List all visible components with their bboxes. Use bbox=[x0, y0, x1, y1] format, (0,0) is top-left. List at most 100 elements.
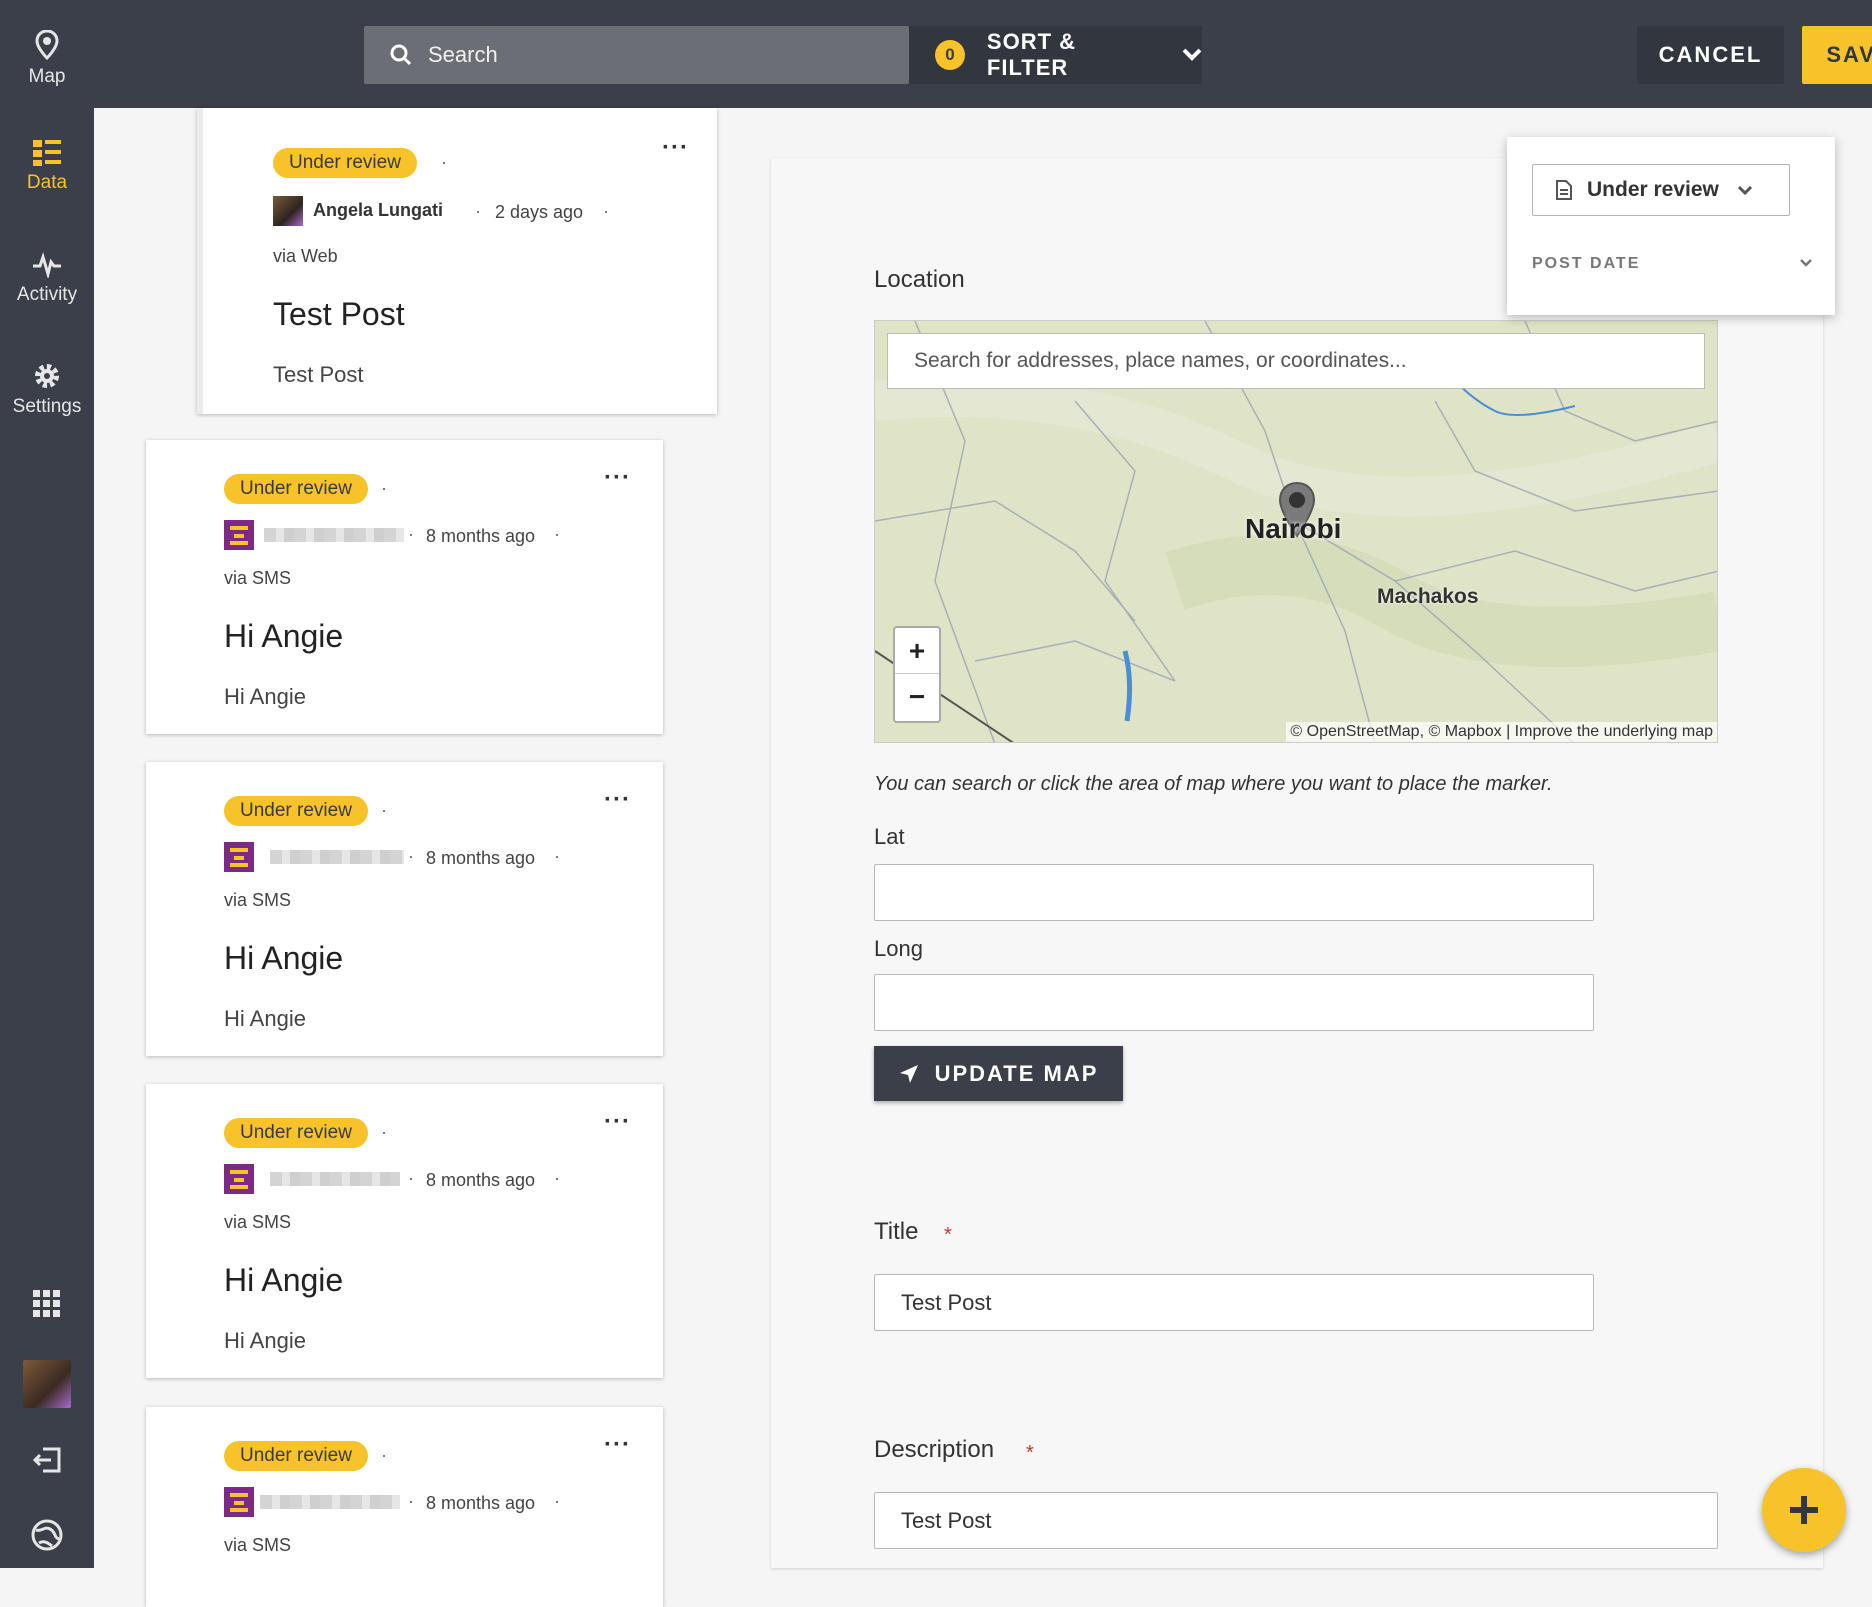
separator-dot: · bbox=[475, 201, 481, 221]
post-time: 8 months ago bbox=[426, 848, 536, 868]
more-options-icon[interactable]: ··· bbox=[604, 786, 631, 814]
post-source: via SMS bbox=[224, 1212, 292, 1232]
sidebar-item-data[interactable]: Data bbox=[0, 140, 94, 194]
separator-dot: · bbox=[408, 524, 414, 544]
separator-dot: · bbox=[441, 152, 447, 172]
separator-dot: · bbox=[381, 1445, 387, 1465]
sidebar: Map Data Activity Settings bbox=[0, 0, 94, 1568]
redacted-author bbox=[260, 1495, 400, 1509]
post-date-label: POST DATE bbox=[1532, 255, 1641, 272]
post-list: Under review · ··· Angela Lungati · 2 da… bbox=[94, 108, 717, 1607]
description-field[interactable]: Test Post bbox=[874, 1492, 1718, 1549]
sort-filter-label: SORT & FILTER bbox=[986, 29, 1077, 80]
cancel-button[interactable]: CANCEL bbox=[1637, 26, 1784, 84]
search-icon bbox=[390, 44, 412, 66]
map-label-city: Machakos bbox=[1377, 585, 1479, 608]
separator-dot: · bbox=[554, 846, 560, 866]
post-card[interactable]: Under review · ··· · 8 months ago · via … bbox=[146, 1407, 663, 1607]
status-badge: Under review bbox=[224, 1118, 368, 1148]
status-dropdown-panel: Under review POST DATE bbox=[1507, 137, 1835, 315]
status-badge: Under review bbox=[224, 1441, 368, 1471]
post-time: 8 months ago bbox=[426, 1170, 536, 1190]
navigation-arrow-icon bbox=[899, 1064, 918, 1083]
separator-dot: · bbox=[381, 800, 387, 820]
long-field[interactable] bbox=[874, 974, 1594, 1031]
post-time: 2 days ago bbox=[495, 202, 584, 222]
sidebar-item-map[interactable]: Map bbox=[0, 30, 94, 88]
sidebar-item-label: Map bbox=[28, 66, 66, 87]
sidebar-item-label: Settings bbox=[12, 396, 82, 417]
avatar[interactable] bbox=[0, 1360, 94, 1408]
separator-dot: · bbox=[408, 846, 414, 866]
post-description: Test Post bbox=[273, 362, 364, 387]
post-card[interactable]: Under review · ··· · 8 months ago · via … bbox=[146, 1084, 663, 1378]
post-card[interactable]: Under review · ··· Angela Lungati · 2 da… bbox=[197, 108, 717, 414]
post-title: Hi Angie bbox=[224, 1262, 344, 1298]
more-options-icon[interactable]: ··· bbox=[604, 1108, 631, 1136]
post-date-toggle[interactable]: POST DATE bbox=[1532, 255, 1812, 273]
more-options-icon[interactable]: ··· bbox=[604, 1431, 631, 1459]
map-label-city: Nairobi bbox=[1245, 513, 1342, 544]
separator-dot: · bbox=[381, 478, 387, 498]
title-label: Title bbox=[874, 1218, 919, 1245]
map-zoom-control: + − bbox=[893, 626, 941, 723]
search-input[interactable]: Search bbox=[364, 26, 909, 84]
separator-dot: · bbox=[554, 1491, 560, 1511]
plus-icon bbox=[1790, 1496, 1818, 1524]
location-label: Location bbox=[874, 266, 965, 293]
post-description: Hi Angie bbox=[224, 1328, 306, 1353]
redacted-author bbox=[270, 850, 404, 864]
top-bar: Search 0 SORT & FILTER CANCEL SAVE bbox=[94, 0, 1872, 108]
avatar bbox=[224, 1164, 254, 1194]
long-label: Long bbox=[874, 936, 923, 961]
post-card[interactable]: Under review · ··· · 8 months ago · via … bbox=[146, 762, 663, 1056]
post-time: 8 months ago bbox=[426, 526, 536, 546]
sidebar-item-label: Data bbox=[26, 172, 68, 193]
map-pin-icon bbox=[35, 30, 59, 60]
logout-icon[interactable] bbox=[0, 1447, 94, 1478]
apps-grid-icon[interactable] bbox=[0, 1290, 94, 1323]
required-marker: * bbox=[944, 1224, 952, 1246]
map-hint-text: You can search or click the area of map … bbox=[874, 773, 1553, 795]
sidebar-item-settings[interactable]: Settings bbox=[0, 362, 94, 418]
sidebar-item-label: Activity bbox=[16, 284, 78, 305]
description-label: Description bbox=[874, 1436, 995, 1463]
document-icon bbox=[1556, 180, 1572, 200]
sidebar-item-activity[interactable]: Activity bbox=[0, 252, 94, 306]
more-options-icon[interactable]: ··· bbox=[604, 464, 631, 492]
zoom-out-button[interactable]: − bbox=[895, 674, 939, 720]
activity-icon bbox=[33, 252, 61, 278]
zoom-in-button[interactable]: + bbox=[895, 628, 939, 674]
location-map[interactable]: Search for addresses, place names, or co… bbox=[874, 320, 1718, 743]
map-search-input[interactable]: Search for addresses, place names, or co… bbox=[887, 333, 1705, 389]
avatar bbox=[224, 842, 254, 872]
sort-filter-button[interactable]: 0 SORT & FILTER bbox=[909, 26, 1202, 84]
separator-dot: · bbox=[554, 524, 560, 544]
lat-label: Lat bbox=[874, 824, 905, 849]
post-time: 8 months ago bbox=[426, 1493, 536, 1513]
author-name: Angela Lungati bbox=[313, 200, 443, 220]
gear-icon bbox=[35, 364, 59, 388]
chevron-down-icon bbox=[1737, 185, 1752, 195]
post-source: via SMS bbox=[224, 568, 292, 588]
filter-count-badge: 0 bbox=[935, 40, 965, 70]
redacted-author bbox=[264, 528, 404, 542]
title-field[interactable]: Test Post bbox=[874, 1274, 1594, 1331]
chevron-down-icon bbox=[1182, 48, 1202, 61]
lat-field[interactable] bbox=[874, 864, 1594, 921]
post-description: Hi Angie bbox=[224, 684, 306, 709]
update-map-button[interactable]: UPDATE MAP bbox=[874, 1046, 1123, 1101]
status-select[interactable]: Under review bbox=[1532, 164, 1790, 216]
post-card[interactable]: Under review · ··· · 8 months ago · via … bbox=[146, 440, 663, 734]
avatar bbox=[224, 1487, 254, 1517]
update-map-label: UPDATE MAP bbox=[934, 1060, 1099, 1086]
add-post-button[interactable] bbox=[1762, 1468, 1846, 1552]
post-source: via SMS bbox=[224, 1535, 292, 1555]
globe-icon[interactable] bbox=[0, 1518, 94, 1557]
separator-dot: · bbox=[603, 201, 609, 221]
status-select-value: Under review bbox=[1587, 178, 1719, 201]
map-attribution[interactable]: © OpenStreetMap, © Mapbox | Improve the … bbox=[1286, 722, 1717, 742]
avatar bbox=[273, 196, 303, 226]
save-button[interactable]: SAVE bbox=[1802, 26, 1872, 84]
more-options-icon[interactable]: ··· bbox=[662, 134, 689, 162]
